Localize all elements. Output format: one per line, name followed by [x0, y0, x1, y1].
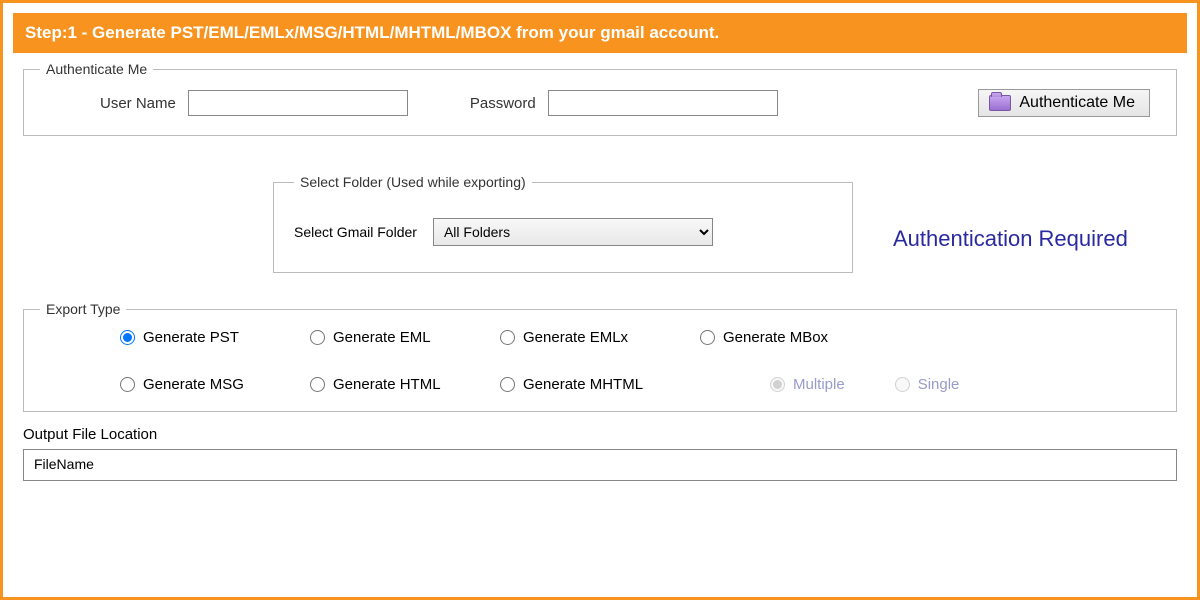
- radio-mhtml-input[interactable]: [500, 377, 515, 392]
- select-folder-row: Select Gmail Folder All Folders: [294, 218, 832, 246]
- filename-label: FileName: [34, 456, 94, 472]
- gmail-folder-select[interactable]: All Folders: [433, 218, 713, 246]
- mbox-cell: Generate MBox Multiple Single: [700, 329, 1160, 393]
- authenticate-fieldset: Authenticate Me User Name Password Authe…: [23, 61, 1177, 136]
- auth-status-text: Authentication Required: [893, 226, 1128, 252]
- password-input[interactable]: [548, 90, 778, 116]
- auth-row: User Name Password Authenticate Me: [40, 89, 1160, 117]
- radio-mhtml-label: Generate MHTML: [523, 376, 643, 393]
- step-header: Step:1 - Generate PST/EML/EMLx/MSG/HTML/…: [13, 13, 1187, 53]
- username-label: User Name: [100, 95, 176, 112]
- radio-pst[interactable]: Generate PST: [120, 329, 310, 346]
- folder-status-row: Select Folder (Used while exporting) Sel…: [13, 166, 1187, 281]
- radio-mbox-multiple-label: Multiple: [793, 376, 845, 393]
- radio-mhtml[interactable]: Generate MHTML: [500, 376, 700, 393]
- filename-box: FileName: [23, 449, 1177, 481]
- username-input[interactable]: [188, 90, 408, 116]
- radio-html[interactable]: Generate HTML: [310, 376, 500, 393]
- radio-mbox-single-label: Single: [918, 376, 960, 393]
- password-label: Password: [470, 95, 536, 112]
- radio-msg-label: Generate MSG: [143, 376, 244, 393]
- select-folder-fieldset: Select Folder (Used while exporting) Sel…: [273, 174, 853, 273]
- radio-eml[interactable]: Generate EML: [310, 329, 500, 346]
- radio-html-label: Generate HTML: [333, 376, 441, 393]
- output-location-label: Output File Location: [23, 426, 1177, 443]
- radio-mbox-label: Generate MBox: [723, 329, 828, 346]
- export-type-legend: Export Type: [40, 301, 126, 317]
- export-type-fieldset: Export Type Generate PST Generate EML Ge…: [23, 301, 1177, 412]
- radio-eml-input[interactable]: [310, 330, 325, 345]
- radio-mbox[interactable]: Generate MBox: [700, 329, 1160, 346]
- export-radio-grid: Generate PST Generate EML Generate EMLx …: [40, 329, 1160, 393]
- radio-msg[interactable]: Generate MSG: [120, 376, 310, 393]
- select-folder-label: Select Gmail Folder: [294, 224, 417, 240]
- radio-html-input[interactable]: [310, 377, 325, 392]
- radio-emlx-input[interactable]: [500, 330, 515, 345]
- radio-mbox-single[interactable]: Single: [895, 376, 960, 393]
- radio-emlx-label: Generate EMLx: [523, 329, 628, 346]
- authenticate-button-label: Authenticate Me: [1019, 94, 1135, 112]
- radio-mbox-multiple[interactable]: Multiple: [770, 376, 845, 393]
- authenticate-legend: Authenticate Me: [40, 61, 153, 77]
- mbox-sub-options: Multiple Single: [770, 376, 1160, 393]
- output-section: Output File Location FileName: [23, 426, 1177, 481]
- folder-icon: [989, 95, 1011, 111]
- radio-mbox-single-input: [895, 377, 910, 392]
- radio-eml-label: Generate EML: [333, 329, 431, 346]
- radio-pst-input[interactable]: [120, 330, 135, 345]
- select-folder-legend: Select Folder (Used while exporting): [294, 174, 532, 190]
- authenticate-button[interactable]: Authenticate Me: [978, 89, 1150, 117]
- radio-msg-input[interactable]: [120, 377, 135, 392]
- radio-mbox-multiple-input: [770, 377, 785, 392]
- radio-mbox-input[interactable]: [700, 330, 715, 345]
- radio-emlx[interactable]: Generate EMLx: [500, 329, 700, 346]
- app-window: Step:1 - Generate PST/EML/EMLx/MSG/HTML/…: [0, 0, 1200, 600]
- radio-pst-label: Generate PST: [143, 329, 239, 346]
